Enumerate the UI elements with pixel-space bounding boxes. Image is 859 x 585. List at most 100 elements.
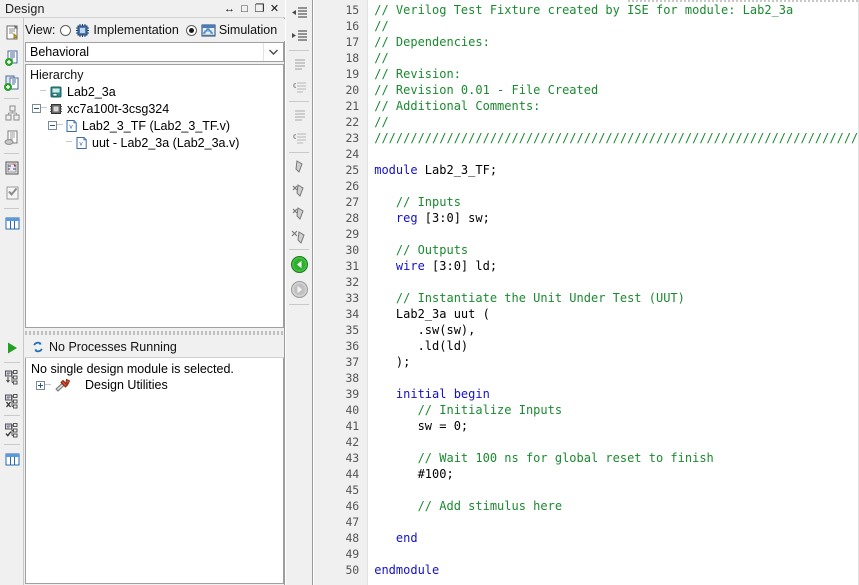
line-number: 26: [345, 179, 360, 193]
tree-expander-expand[interactable]: [36, 380, 45, 390]
design-summary-icon[interactable]: [0, 101, 24, 126]
code-line[interactable]: 35 .sw(sw),: [314, 322, 859, 338]
view-report-table-icon[interactable]: [0, 447, 24, 471]
code-line[interactable]: 33 // Instantiate the Unit Under Test (U…: [314, 290, 859, 306]
code-line[interactable]: 49: [314, 546, 859, 562]
code-line[interactable]: 45: [314, 482, 859, 498]
chevron-down-icon[interactable]: [263, 43, 283, 61]
view-option-simulation[interactable]: Simulation: [219, 23, 277, 37]
code-line[interactable]: 38: [314, 370, 859, 386]
rerun-all-icon[interactable]: [0, 389, 24, 413]
tree-item-device[interactable]: ┄ xc7a100t-3csg324: [26, 100, 283, 117]
run-icon[interactable]: [0, 336, 24, 360]
line-number: 47: [345, 515, 360, 529]
line-number: 18: [345, 51, 360, 65]
code-line[interactable]: 30 // Outputs: [314, 242, 859, 258]
clear-bookmarks-icon[interactable]: [286, 224, 312, 247]
restore-button[interactable]: ❐: [252, 1, 267, 16]
code-text: .sw(sw),: [367, 323, 476, 337]
code-lines[interactable]: 15 // Verilog Test Fixture created by IS…: [314, 2, 859, 578]
code-line[interactable]: 23 /////////////////////////////////////…: [314, 130, 859, 146]
line-number: 42: [345, 435, 360, 449]
refresh-icon[interactable]: [31, 340, 45, 354]
code-text: // Revision:: [367, 67, 461, 81]
code-line[interactable]: 15 // Verilog Test Fixture created by IS…: [314, 2, 859, 18]
code-line[interactable]: 50 endmodule: [314, 562, 859, 578]
tree-item-label: xc7a100t-3csg324: [67, 101, 170, 116]
code-text: ////////////////////////////////////////…: [374, 131, 859, 145]
code-line[interactable]: 28 reg [3:0] sw;: [314, 210, 859, 226]
forward-icon[interactable]: [286, 277, 312, 302]
check-design-rules-icon[interactable]: [0, 418, 24, 442]
add-source-icon[interactable]: [0, 46, 24, 71]
code-line[interactable]: 44 #100;: [314, 466, 859, 482]
code-line[interactable]: 24: [314, 146, 859, 162]
svg-text:v: v: [69, 123, 73, 130]
uncomment-icon[interactable]: [286, 76, 312, 99]
code-line[interactable]: 20 // Revision 0.01 - File Created: [314, 82, 859, 98]
panel-splitter[interactable]: [25, 331, 284, 335]
line-number: 35: [345, 323, 360, 337]
bookmark-icon[interactable]: [286, 155, 312, 178]
code-line[interactable]: 18 //: [314, 50, 859, 66]
hierarchy-tree[interactable]: Hierarchy ┄ Lab2_3a ┄ xc7a100t-3csg324 ┄…: [25, 64, 284, 328]
tree-item-testfixture[interactable]: ┄ v Lab2_3_TF (Lab2_3_TF.v): [26, 117, 283, 134]
code-editor[interactable]: 15 // Verilog Test Fixture created by IS…: [314, 0, 859, 585]
comment-icon[interactable]: [286, 53, 312, 76]
code-line[interactable]: 36 .ld(ld): [314, 338, 859, 354]
check-syntax-icon[interactable]: [0, 181, 24, 206]
code-line[interactable]: 29: [314, 226, 859, 242]
code-line[interactable]: 43 // Wait 100 ns for global reset to fi…: [314, 450, 859, 466]
prev-bookmark-icon[interactable]: [286, 201, 312, 224]
code-text: // Dependencies:: [367, 35, 490, 49]
code-line[interactable]: 47: [314, 514, 859, 530]
tree-item-uut[interactable]: ┄ v uut - Lab2_3a (Lab2_3a.v): [26, 134, 283, 151]
next-bookmark-icon[interactable]: [286, 178, 312, 201]
code-line[interactable]: 16 //: [314, 18, 859, 34]
code-line[interactable]: 17 // Dependencies:: [314, 34, 859, 50]
code-line[interactable]: 39 initial begin: [314, 386, 859, 402]
tree-expander-collapse[interactable]: [32, 104, 41, 113]
toggle-uncomment-icon[interactable]: [286, 127, 312, 150]
code-line[interactable]: 32: [314, 274, 859, 290]
outdent-icon[interactable]: [286, 2, 312, 25]
code-line[interactable]: 27 // Inputs: [314, 194, 859, 210]
code-line[interactable]: 25 module Lab2_3_TF;: [314, 162, 859, 178]
view-option-implementation[interactable]: Implementation: [93, 23, 178, 37]
code-line[interactable]: 48 end: [314, 530, 859, 546]
indent-icon[interactable]: [286, 25, 312, 48]
code-text: sw = 0;: [367, 419, 469, 433]
back-icon[interactable]: [286, 252, 312, 277]
code-line[interactable]: 42: [314, 434, 859, 450]
tree-expander-collapse[interactable]: [48, 121, 57, 130]
radio-simulation[interactable]: [185, 24, 197, 36]
code-line[interactable]: 37 );: [314, 354, 859, 370]
implement-top-module-icon[interactable]: [0, 365, 24, 389]
design-properties-icon[interactable]: [0, 126, 24, 151]
code-line[interactable]: 21 // Additional Comments:: [314, 98, 859, 114]
new-source-icon[interactable]: [0, 21, 24, 46]
titlebar-buttons: ↔ □ ❐ ✕: [222, 1, 285, 16]
code-text: end: [367, 531, 418, 545]
float-button[interactable]: ↔: [222, 1, 237, 16]
maximize-button[interactable]: □: [237, 1, 252, 16]
view-table-icon[interactable]: [0, 211, 24, 236]
close-button[interactable]: ✕: [267, 1, 282, 16]
process-item-design-utilities[interactable]: ┄ Design Utilities: [26, 376, 283, 394]
code-line[interactable]: 46 // Add stimulus here: [314, 498, 859, 514]
tree-item-project[interactable]: ┄ Lab2_3a: [26, 83, 283, 100]
simulation-behavior-combo[interactable]: Behavioral: [25, 42, 284, 62]
radio-implementation[interactable]: [60, 24, 72, 36]
tree-item-label: Lab2_3_TF (Lab2_3_TF.v): [82, 118, 231, 133]
toggle-comment-icon[interactable]: [286, 104, 312, 127]
code-line[interactable]: 26: [314, 178, 859, 194]
code-line[interactable]: 22 //: [314, 114, 859, 130]
code-line[interactable]: 40 // Initialize Inputs: [314, 402, 859, 418]
add-copy-source-icon[interactable]: [0, 71, 24, 96]
implementation-icon[interactable]: [0, 156, 24, 181]
line-number: 36: [345, 339, 360, 353]
code-line[interactable]: 41 sw = 0;: [314, 418, 859, 434]
code-line[interactable]: 31 wire [3:0] ld;: [314, 258, 859, 274]
code-line[interactable]: 34 Lab2_3a uut (: [314, 306, 859, 322]
code-line[interactable]: 19 // Revision:: [314, 66, 859, 82]
